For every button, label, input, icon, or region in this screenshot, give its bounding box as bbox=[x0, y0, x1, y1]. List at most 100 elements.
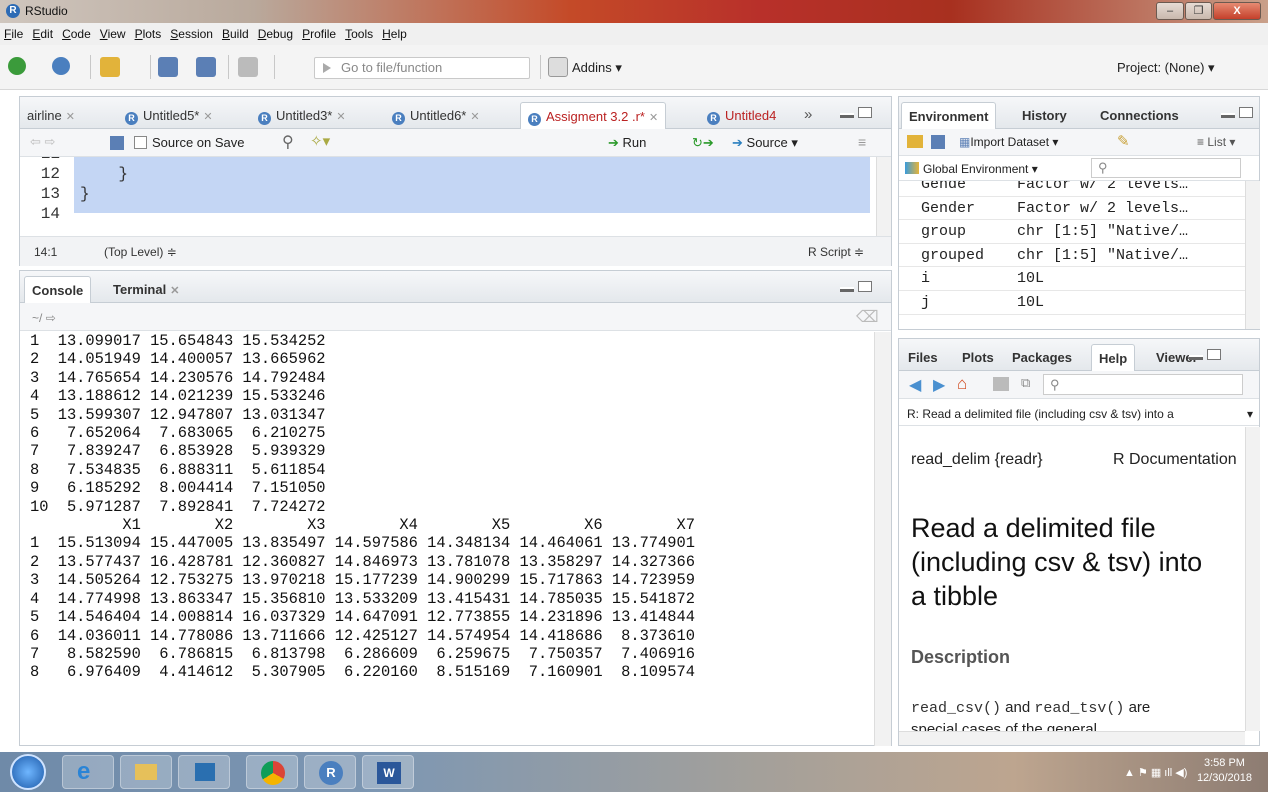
save-all-icon[interactable] bbox=[196, 57, 216, 77]
rstudio-taskbar-icon[interactable]: R bbox=[304, 755, 356, 789]
magic-wand-icon[interactable]: ✧▾ bbox=[310, 132, 330, 150]
console-scrollbar[interactable] bbox=[874, 332, 891, 746]
word-icon[interactable]: W bbox=[362, 755, 414, 789]
run-button[interactable]: ➔ Run bbox=[608, 135, 646, 151]
rerun-icon[interactable]: ↻➔ bbox=[692, 135, 714, 151]
env-scrollbar[interactable] bbox=[1245, 181, 1260, 329]
env-row[interactable]: j 10L bbox=[899, 291, 1245, 315]
file-type-selector[interactable]: R Script ≑ bbox=[808, 245, 864, 259]
addins-menu[interactable]: Addins ▾ bbox=[572, 60, 622, 76]
broom-icon[interactable]: ✎ bbox=[1117, 132, 1130, 150]
load-workspace-icon[interactable] bbox=[907, 135, 923, 148]
tab-connections[interactable]: Connections bbox=[1093, 102, 1186, 129]
chrome-icon[interactable] bbox=[246, 755, 298, 789]
console-min-max[interactable] bbox=[840, 281, 874, 293]
help-topic-selector[interactable]: R: Read a delimited file (including csv … bbox=[899, 399, 1259, 426]
goto-dir-icon[interactable]: ⇨ bbox=[46, 311, 56, 325]
menu-build[interactable]: Build bbox=[222, 27, 249, 41]
maximize-button[interactable]: ❐ bbox=[1185, 2, 1212, 20]
tab-environment[interactable]: Environment bbox=[901, 102, 997, 129]
clear-console-icon[interactable]: ⌫ bbox=[856, 307, 879, 327]
menu-edit[interactable]: Edit bbox=[32, 27, 53, 41]
editor-scrollbar[interactable] bbox=[876, 157, 891, 236]
env-row[interactable]: grouped chr [1:5] "Native/… bbox=[899, 244, 1245, 268]
save-icon[interactable] bbox=[110, 136, 124, 150]
tab-untitled4[interactable]: R Untitled4 bbox=[700, 102, 810, 129]
goto-file-input[interactable]: Go to file/function bbox=[314, 57, 530, 79]
media-player-icon[interactable] bbox=[178, 755, 230, 789]
close-tab-icon[interactable]: ✕ bbox=[170, 285, 179, 297]
tray-icons[interactable]: ▲ ⚑ ▦ ıll ◀) bbox=[1124, 766, 1187, 779]
tab-console[interactable]: Console bbox=[24, 276, 92, 303]
search-icon[interactable]: ⚲ bbox=[282, 132, 294, 152]
env-row[interactable]: i 10L bbox=[899, 267, 1245, 291]
tab-assigment-3-2[interactable]: R Assigment 3.2 .r* ✕ bbox=[520, 102, 667, 129]
global-environment-selector[interactable]: Global Environment ▾ bbox=[923, 162, 1038, 176]
tab-files[interactable]: Files bbox=[901, 344, 945, 371]
scope-selector[interactable]: (Top Level) ≑ bbox=[104, 245, 177, 259]
menu-profile[interactable]: Profile bbox=[302, 27, 336, 41]
internet-explorer-icon[interactable]: e bbox=[62, 755, 114, 789]
close-tab-icon[interactable]: ✕ bbox=[470, 111, 479, 123]
menu-session[interactable]: Session bbox=[170, 27, 213, 41]
back-arrow-icon[interactable]: ⇦ ⇨ bbox=[30, 134, 55, 150]
open-file-icon[interactable] bbox=[100, 57, 120, 77]
start-button[interactable] bbox=[10, 754, 46, 790]
menu-file[interactable]: File bbox=[4, 27, 23, 41]
tab-plots[interactable]: Plots bbox=[955, 344, 1001, 371]
grid-layout-icon[interactable] bbox=[548, 57, 568, 77]
save-icon[interactable] bbox=[158, 57, 178, 77]
close-tab-icon[interactable]: ✕ bbox=[336, 111, 345, 123]
menu-view[interactable]: View bbox=[100, 27, 126, 41]
console-output[interactable]: 1 13.099017 15.654843 15.534252 2 14.051… bbox=[20, 332, 870, 746]
tab-untitled3[interactable]: R Untitled3* ✕ bbox=[251, 102, 353, 129]
source-on-save-checkbox[interactable] bbox=[134, 136, 147, 149]
close-tab-icon[interactable]: ✕ bbox=[203, 111, 212, 123]
new-project-icon[interactable] bbox=[52, 57, 70, 75]
env-row[interactable]: group chr [1:5] "Native/… bbox=[899, 220, 1245, 244]
outline-icon[interactable]: ≡ bbox=[858, 134, 866, 150]
help-search-input[interactable]: ⚲ bbox=[1043, 374, 1243, 395]
editor-min-max[interactable] bbox=[840, 107, 874, 119]
tab-help[interactable]: Help bbox=[1091, 344, 1136, 371]
env-row[interactable]: Gender Factor w/ 2 levels… bbox=[899, 197, 1245, 221]
search-icon: ⚲ bbox=[1098, 160, 1108, 175]
close-button[interactable]: X bbox=[1213, 2, 1261, 20]
env-row[interactable]: Gende Factor w/ 2 levels… bbox=[899, 181, 1245, 197]
tab-untitled5[interactable]: R Untitled5* ✕ bbox=[118, 102, 220, 129]
close-tab-icon[interactable]: ✕ bbox=[649, 112, 658, 124]
help-min-max[interactable] bbox=[1189, 349, 1223, 361]
menu-plots[interactable]: Plots bbox=[135, 27, 162, 41]
help-horizontal-scrollbar[interactable] bbox=[899, 731, 1245, 745]
code-area[interactable]: 11 12 13 14 } } bbox=[20, 157, 891, 236]
help-scrollbar[interactable] bbox=[1245, 427, 1260, 731]
tab-packages[interactable]: Packages bbox=[1005, 344, 1079, 371]
menu-debug[interactable]: Debug bbox=[258, 27, 293, 41]
menu-code[interactable]: Code bbox=[62, 27, 91, 41]
menu-help[interactable]: Help bbox=[382, 27, 407, 41]
system-clock[interactable]: 3:58 PM 12/30/2018 bbox=[1197, 756, 1252, 786]
env-search-input[interactable]: ⚲ bbox=[1091, 158, 1241, 178]
print-icon[interactable] bbox=[238, 57, 258, 77]
save-workspace-icon[interactable] bbox=[931, 135, 945, 149]
source-button[interactable]: ➔ Source ▾ bbox=[732, 135, 798, 151]
import-dataset-button[interactable]: ▦Import Dataset ▾ bbox=[959, 135, 1058, 149]
tab-history[interactable]: History bbox=[1015, 102, 1074, 129]
back-arrow-icon[interactable]: ◀ bbox=[909, 375, 921, 395]
new-file-icon[interactable] bbox=[8, 57, 26, 75]
close-tab-icon[interactable]: ✕ bbox=[66, 111, 75, 123]
open-in-window-icon[interactable]: ⧉ bbox=[1021, 375, 1030, 391]
tab-untitled6[interactable]: R Untitled6* ✕ bbox=[385, 102, 487, 129]
home-icon[interactable]: ⌂ bbox=[957, 374, 967, 394]
minimize-button[interactable]: – bbox=[1156, 2, 1184, 20]
project-menu[interactable]: Project: (None) ▾ bbox=[1117, 60, 1215, 76]
tabs-overflow-button[interactable]: » bbox=[804, 106, 812, 123]
list-view-button[interactable]: ≡ List ▾ bbox=[1197, 135, 1235, 149]
forward-arrow-icon[interactable]: ▶ bbox=[933, 375, 945, 395]
print-icon[interactable] bbox=[993, 377, 1009, 391]
tab-terminal[interactable]: Terminal ✕ bbox=[106, 276, 186, 303]
menu-tools[interactable]: Tools bbox=[345, 27, 373, 41]
tab-airline[interactable]: airline ✕ bbox=[20, 102, 82, 129]
env-min-max[interactable] bbox=[1221, 107, 1255, 119]
file-explorer-icon[interactable] bbox=[120, 755, 172, 789]
